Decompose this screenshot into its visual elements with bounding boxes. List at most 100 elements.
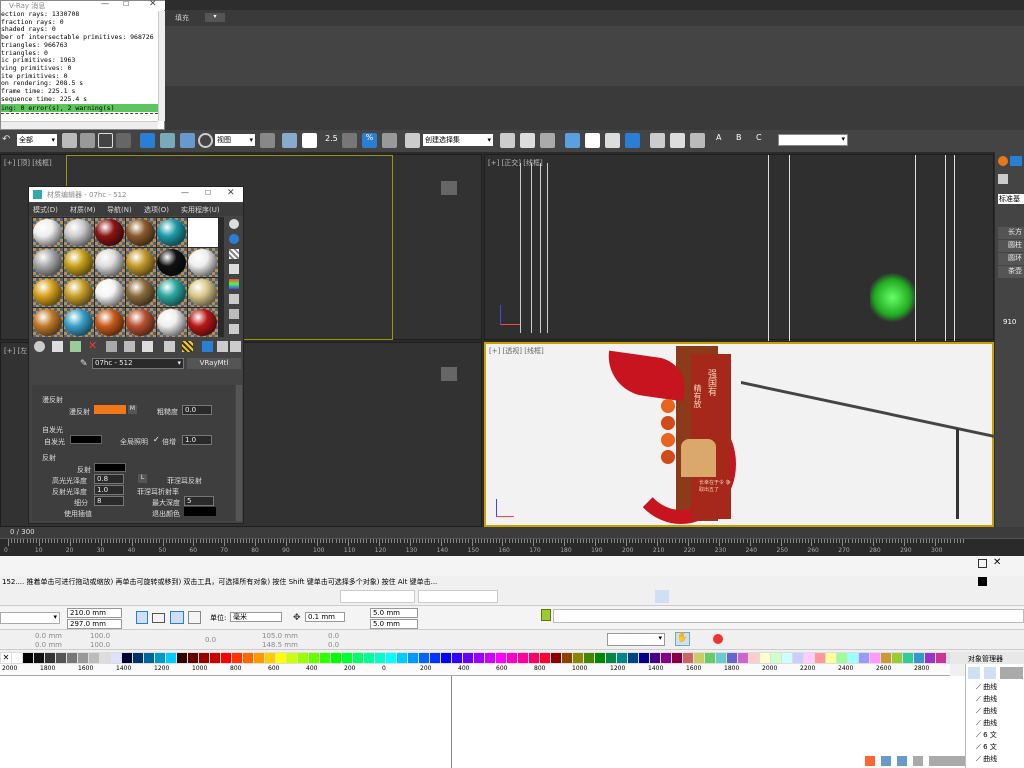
palette-swatch[interactable] [507,653,517,663]
palette-swatch[interactable] [364,653,374,663]
object-list-item[interactable]: ⟋ 曲线 [976,754,1024,766]
time-slider[interactable]: 0 / 300 [0,527,1024,538]
palette-swatch[interactable] [793,653,803,663]
vray-maximize[interactable]: ☐ [123,0,129,8]
object-type-torus[interactable]: 圆环 [998,253,1024,265]
gi-checkbox[interactable]: ✓ [153,435,160,444]
fill-dropdown[interactable]: ▾ [205,13,225,22]
palette-swatch[interactable] [727,653,737,663]
palette-swatch[interactable] [573,653,583,663]
object-type-label[interactable]: 标准基 [998,194,1024,204]
palette-swatch[interactable] [122,653,132,663]
landscape-icon[interactable] [152,613,165,623]
palette-swatch[interactable] [56,653,66,663]
sample-slot[interactable] [188,308,218,337]
palette-swatch[interactable] [804,653,814,663]
sample-slot[interactable] [188,218,218,247]
object-list-item[interactable]: ⟋ 曲线 [976,718,1024,730]
menu-field-2[interactable] [418,590,498,603]
select-by-name-icon[interactable] [80,133,95,148]
roughness-field[interactable]: 0.0 [182,405,212,415]
palette-swatch[interactable] [738,653,748,663]
sample-slot[interactable] [157,278,187,307]
palette-swatch[interactable] [166,653,176,663]
sample-slot[interactable] [33,218,63,247]
max-depth-field[interactable]: 5 [184,496,214,506]
object-list-item[interactable]: ⟋ 6 文 [976,742,1024,754]
put-to-scene-icon[interactable] [52,341,63,352]
pos-y[interactable]: 0.0 mm [35,641,62,649]
sub-object-b[interactable]: B [736,133,742,142]
skew-x[interactable]: 0.0 [328,632,339,640]
viewport-top-right[interactable]: [+] [正交] [线框] [484,154,994,341]
all-pages-icon[interactable] [170,611,184,624]
units-dropdown[interactable]: 毫米 [230,612,282,622]
go-parent-icon[interactable] [217,341,228,352]
angle-snap-icon[interactable] [342,133,357,148]
fill-field[interactable]: 填充 [175,13,189,23]
select-object-icon[interactable] [62,133,77,148]
palette-swatch[interactable] [375,653,385,663]
go-sibling-icon[interactable] [230,341,241,352]
material-editor-icon[interactable] [625,133,640,148]
lock-button[interactable]: L [138,474,147,483]
palette-swatch[interactable] [694,653,704,663]
move-icon[interactable] [140,133,155,148]
diffuse-swatch[interactable] [94,405,126,414]
diffuse-map-button[interactable]: M [128,405,137,414]
palette-swatch[interactable] [78,653,88,663]
palette-swatch[interactable] [111,653,121,663]
object-list-item[interactable]: ⟋ 6 文 [976,730,1024,742]
make-unique-icon[interactable] [124,341,135,352]
timeline-track[interactable]: 0 10 20 30 40 50 60 70 80 90 100 110 120 130 140 150 160… [0,538,1024,556]
scale-y[interactable]: 100.0 [90,641,110,649]
sample-slot[interactable] [64,248,94,277]
palette-swatch[interactable] [749,653,759,663]
current-page-icon[interactable] [188,611,201,624]
palette-swatch[interactable] [386,653,396,663]
viewcube-icon-2[interactable] [441,367,457,381]
sample-slot[interactable] [126,308,156,337]
palette-swatch[interactable] [155,653,165,663]
page-width-field[interactable]: 210.0 mm [67,608,122,618]
palette-swatch[interactable] [331,653,341,663]
make-preview-icon[interactable] [229,294,239,304]
close-icon[interactable]: ✕ [993,558,1003,568]
options-icon[interactable] [229,309,239,319]
color-style-icon[interactable] [713,634,723,644]
copy-material-icon[interactable] [106,341,117,352]
vray-minimize[interactable]: — [101,0,109,8]
palette-swatch[interactable] [221,653,231,663]
sub-object-a[interactable]: A [716,133,721,142]
render-setup-icon[interactable] [650,133,665,148]
palette-swatch[interactable] [661,653,671,663]
render-frame-icon[interactable] [670,133,685,148]
rect-selection-icon[interactable] [98,133,113,148]
sub-object-c[interactable]: C [756,133,762,142]
assign-material-icon[interactable] [70,341,81,352]
sample-slot[interactable] [126,278,156,307]
pos-x[interactable]: 0.0 mm [35,632,62,640]
named-selection-dropdown[interactable]: 创建选择集 ▾ [423,134,493,146]
palette-swatch[interactable] [529,653,539,663]
palette-swatch[interactable] [199,653,209,663]
palette-swatch[interactable] [133,653,143,663]
mat-menu-item[interactable]: 导航(N) [107,205,132,215]
page-size-dropdown[interactable]: ▾ [0,612,60,624]
palette-swatch[interactable] [254,653,264,663]
select-manipulate-icon[interactable] [282,133,297,148]
palette-swatch[interactable] [320,653,330,663]
palette-swatch[interactable] [936,653,946,663]
palette-swatch[interactable] [430,653,440,663]
scale-x[interactable]: 100.0 [90,632,110,640]
menu-field[interactable] [340,590,415,603]
size-w[interactable]: 105.0 mm [262,632,298,640]
mat-scrollbar[interactable] [236,385,242,521]
selection-filter-dropdown[interactable]: 全部 ▾ [17,134,57,146]
palette-swatch[interactable] [100,653,110,663]
vray-hscrollbar[interactable] [1,121,158,129]
sample-slot[interactable] [126,218,156,247]
palette-swatch[interactable] [562,653,572,663]
layer-explorer-icon[interactable] [540,133,555,148]
palette-swatch[interactable] [287,653,297,663]
